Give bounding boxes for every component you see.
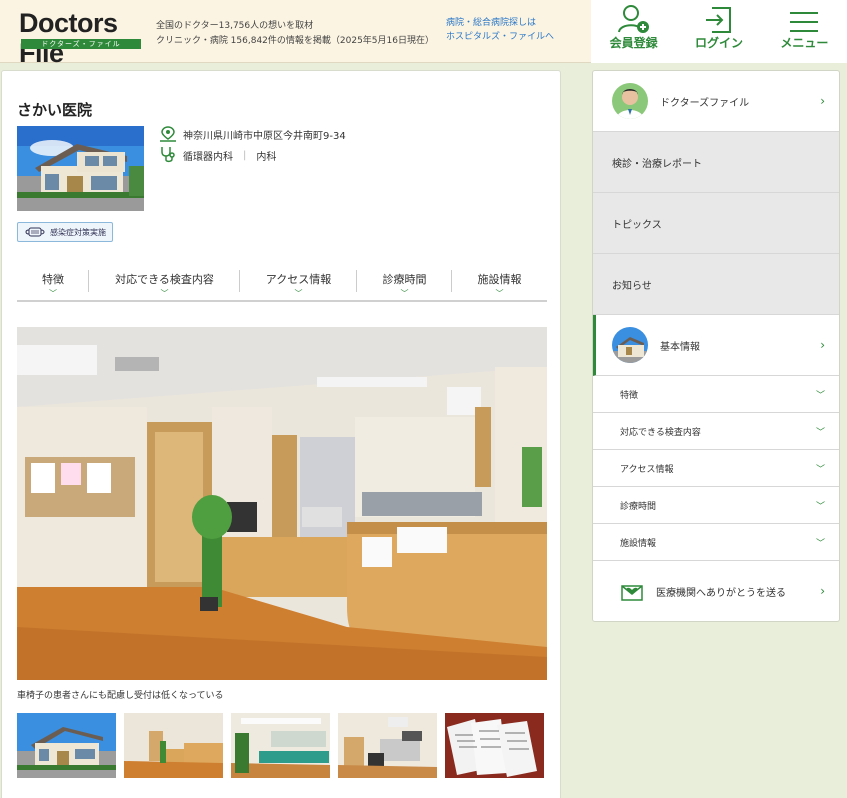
clinic-exterior-photo[interactable] bbox=[17, 126, 144, 211]
thumbnail-reception[interactable] bbox=[124, 713, 223, 778]
doctor-avatar bbox=[612, 83, 648, 119]
sidebar-sub-hours[interactable]: 診療時間 ﹀ bbox=[593, 487, 839, 524]
sidebar-label-news: お知らせ bbox=[612, 280, 652, 292]
tab-examinations[interactable]: 対応できる検査内容 ﹀ bbox=[89, 268, 240, 300]
sub-label: 特徴 bbox=[620, 390, 639, 401]
sidebar-label-doctors-file: ドクターズファイル bbox=[660, 97, 750, 109]
tab-label: 特徴 bbox=[42, 273, 64, 286]
chevron-down-icon: ﹀ bbox=[495, 289, 504, 298]
clinic-main-card: さかい医院 神奈川県川崎市中原区今井南町9-34 循環器内科 | 内科 感染症対… bbox=[1, 70, 561, 798]
badge-label: 感染症対策実施 bbox=[50, 227, 106, 237]
hospitals-link-line2: ホスピタルズ・ファイルへ bbox=[446, 32, 555, 42]
site-logo[interactable]: Doctors File ドクターズ・ファイル bbox=[19, 8, 143, 68]
chevron-right-icon: › bbox=[820, 584, 825, 598]
site-header: Doctors File ドクターズ・ファイル 全国のドクター13,756人の想… bbox=[0, 0, 847, 68]
map-pin-icon bbox=[160, 126, 176, 142]
thumbnail-waiting-room[interactable] bbox=[231, 713, 330, 778]
sub-label: アクセス情報 bbox=[620, 464, 674, 475]
tab-label: アクセス情報 bbox=[265, 273, 332, 286]
send-thanks-button[interactable]: 医療機関へありがとうを送る › bbox=[593, 561, 839, 621]
department-separator: | bbox=[243, 149, 247, 161]
thumbnail-exam-room[interactable] bbox=[338, 713, 437, 778]
sidebar-sub-access[interactable]: アクセス情報 ﹀ bbox=[593, 450, 839, 487]
chevron-down-icon: ﹀ bbox=[815, 538, 825, 549]
chevron-down-icon: ﹀ bbox=[815, 390, 825, 401]
sidebar-sub-features[interactable]: 特徴 ﹀ bbox=[593, 376, 839, 413]
tab-label: 施設情報 bbox=[477, 273, 522, 286]
tab-hours[interactable]: 診療時間 ﹀ bbox=[357, 268, 452, 300]
tab-features[interactable]: 特徴 ﹀ bbox=[17, 268, 89, 300]
chevron-down-icon: ﹀ bbox=[815, 501, 825, 512]
sidebar-label-basic-info: 基本情報 bbox=[660, 341, 700, 353]
chevron-down-icon: ﹀ bbox=[815, 427, 825, 438]
department-row: 循環器内科 | 内科 bbox=[159, 146, 276, 164]
tab-label: 対応できる検査内容 bbox=[115, 273, 214, 286]
hamburger-menu-icon bbox=[790, 12, 819, 32]
mask-icon bbox=[25, 227, 45, 237]
clinic-address: 神奈川県川崎市中原区今井南町9-34 bbox=[183, 130, 346, 142]
logo-text: Doctors File bbox=[19, 8, 118, 68]
chevron-right-icon: › bbox=[820, 338, 825, 352]
site-stats: 全国のドクター13,756人の想いを取材 クリニック・病院 156,842件の情… bbox=[156, 19, 434, 49]
login-icon bbox=[705, 7, 731, 33]
photo-thumbnails bbox=[17, 713, 544, 778]
infection-control-badge: 感染症対策実施 bbox=[17, 222, 113, 242]
stats-clinics: クリニック・病院 156,842件の情報を掲載（2025年5月16日現在） bbox=[156, 36, 434, 46]
sidebar-label-topics: トピックス bbox=[612, 219, 662, 231]
department-cardiology[interactable]: 循環器内科 bbox=[183, 148, 233, 163]
sidebar-nav: ドクターズファイル › 検診・治療レポート トピックス お知らせ 基本情報 › … bbox=[592, 70, 840, 622]
chevron-down-icon: ﹀ bbox=[294, 289, 303, 298]
chevron-down-icon: ﹀ bbox=[400, 289, 409, 298]
sidebar-item-report[interactable]: 検診・治療レポート bbox=[593, 132, 839, 193]
tab-facility[interactable]: 施設情報 ﹀ bbox=[452, 268, 547, 300]
stats-doctors: 全国のドクター13,756人の想いを取材 bbox=[156, 21, 314, 31]
menu-label: メニュー bbox=[780, 36, 829, 50]
chevron-down-icon: ﹀ bbox=[160, 289, 169, 298]
sub-label: 診療時間 bbox=[620, 501, 657, 512]
sidebar-item-topics[interactable]: トピックス bbox=[593, 193, 839, 254]
chevron-down-icon: ﹀ bbox=[815, 464, 825, 475]
sidebar-sub-examinations[interactable]: 対応できる検査内容 ﹀ bbox=[593, 413, 839, 450]
chevron-right-icon: › bbox=[820, 94, 825, 108]
hospitals-link-line1: 病院・総合病院探しは bbox=[446, 18, 537, 28]
sidebar-label-report: 検診・治療レポート bbox=[612, 158, 702, 170]
thumbnail-exterior[interactable] bbox=[17, 713, 116, 778]
menu-button[interactable]: メニュー bbox=[762, 0, 847, 63]
sidebar-sub-facility[interactable]: 施設情報 ﹀ bbox=[593, 524, 839, 561]
hospitals-file-link[interactable]: 病院・総合病院探しは ホスピタルズ・ファイルへ bbox=[446, 16, 554, 44]
login-label: ログイン bbox=[694, 36, 743, 50]
address-row: 神奈川県川崎市中原区今井南町9-34 bbox=[159, 126, 346, 142]
photo-caption: 車椅子の患者さんにも配慮し受付は低くなっている bbox=[17, 691, 224, 701]
logo-subtitle: ドクターズ・ファイル bbox=[21, 39, 141, 49]
tab-label: 診療時間 bbox=[382, 273, 427, 286]
login-button[interactable]: ログイン bbox=[676, 0, 761, 63]
register-button[interactable]: 会員登録 bbox=[591, 0, 676, 63]
clinic-avatar bbox=[612, 327, 648, 363]
stethoscope-icon bbox=[161, 147, 175, 163]
header-actions: 会員登録 ログイン メニュー bbox=[591, 0, 847, 63]
sidebar-item-basic-info[interactable]: 基本情報 › bbox=[593, 315, 839, 376]
chevron-down-icon: ﹀ bbox=[49, 289, 57, 298]
send-thanks-label: 医療機関へありがとうを送る bbox=[656, 587, 786, 599]
reception-main-photo[interactable] bbox=[17, 327, 547, 680]
sub-label: 対応できる検査内容 bbox=[620, 427, 701, 438]
sidebar-item-news[interactable]: お知らせ bbox=[593, 254, 839, 315]
clinic-name: さかい医院 bbox=[17, 101, 93, 119]
department-internal[interactable]: 内科 bbox=[256, 148, 276, 163]
thumbnail-documents[interactable] bbox=[445, 713, 544, 778]
user-plus-icon bbox=[617, 5, 649, 33]
section-tabs: 特徴 ﹀ 対応できる検査内容 ﹀ アクセス情報 ﹀ 診療時間 ﹀ 施設情報 ﹀ bbox=[17, 268, 547, 302]
register-label: 会員登録 bbox=[609, 36, 658, 50]
sub-label: 施設情報 bbox=[620, 538, 657, 549]
tab-access[interactable]: アクセス情報 ﹀ bbox=[240, 268, 357, 300]
heart-mail-icon bbox=[621, 585, 643, 601]
sidebar-item-doctors-file[interactable]: ドクターズファイル › bbox=[593, 71, 839, 132]
